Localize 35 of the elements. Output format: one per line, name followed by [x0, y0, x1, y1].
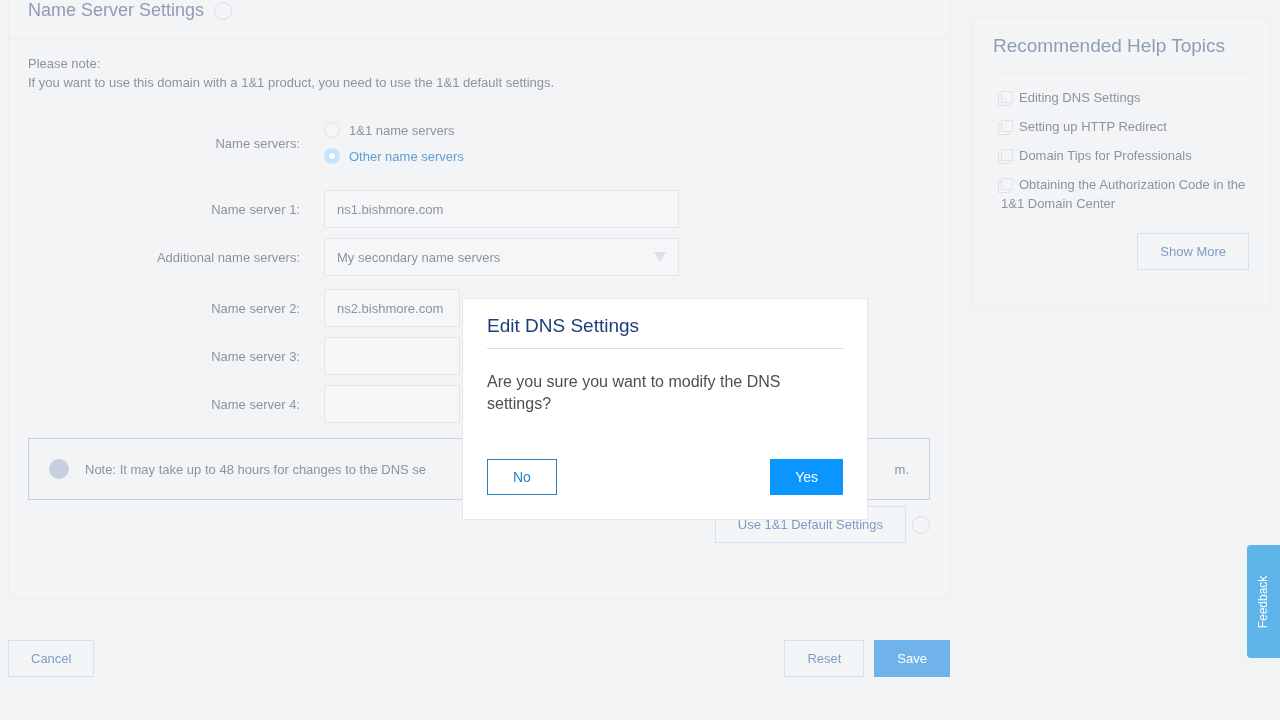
radio-option[interactable]: 1&1 name servers	[324, 122, 464, 138]
help-link[interactable]: Editing DNS Settings	[993, 88, 1249, 107]
yes-button[interactable]: Yes	[770, 459, 843, 495]
radio-option[interactable]: Other name servers	[324, 148, 464, 164]
field-label: Name servers:	[214, 135, 300, 151]
info-icon	[49, 459, 69, 479]
note-heading: Please note:	[28, 55, 102, 73]
field-label: Name server 4:	[210, 396, 300, 412]
caret-icon	[654, 252, 666, 262]
field-label: Name server 3:	[210, 348, 300, 364]
note-text: Note: It may take up to 48 hours for changes to the DNS se	[85, 461, 427, 477]
save-button[interactable]: Save	[874, 640, 950, 677]
note-text: If you want to use this domain with a 1&1 product, you need to use the 1&1 default settings.	[28, 74, 556, 92]
field-label: Name server 2:	[210, 300, 300, 316]
help-link[interactable]: Domain Tips for Professionals	[993, 146, 1249, 165]
no-button[interactable]: No	[487, 459, 557, 495]
feedback-tab[interactable]: Feedback	[1247, 545, 1280, 658]
dropdown[interactable]: My secondary name servers	[324, 238, 679, 276]
radio-button[interactable]	[324, 148, 340, 164]
card-title: Recommended Help Topics	[993, 35, 1249, 74]
cancel-button[interactable]: Cancel	[8, 640, 95, 677]
note-text: m.	[894, 461, 909, 477]
input-field[interactable]: ns2.bishmore.com	[324, 289, 460, 327]
field-label: Name server 1:	[210, 201, 300, 217]
section-title: Name Server Settings	[28, 0, 205, 21]
help-link[interactable]: Obtaining the Authorization Code in the 1&1 Domain Center	[993, 175, 1249, 213]
reset-button[interactable]: Reset	[784, 640, 865, 677]
field-label: Additional name servers:	[155, 249, 300, 265]
radio-label: 1&1 name servers	[349, 122, 455, 138]
radio-label: Other name servers	[349, 148, 464, 164]
dialog-message: Are you sure you want to modify the DNS settings?	[487, 372, 782, 414]
help-link[interactable]: Setting up HTTP Redirect	[993, 117, 1249, 136]
input-field[interactable]: ns1.bishmore.com	[324, 190, 679, 228]
show-more-button[interactable]: Show More	[1137, 233, 1249, 270]
dialog-title: Edit DNS Settings	[487, 315, 843, 349]
